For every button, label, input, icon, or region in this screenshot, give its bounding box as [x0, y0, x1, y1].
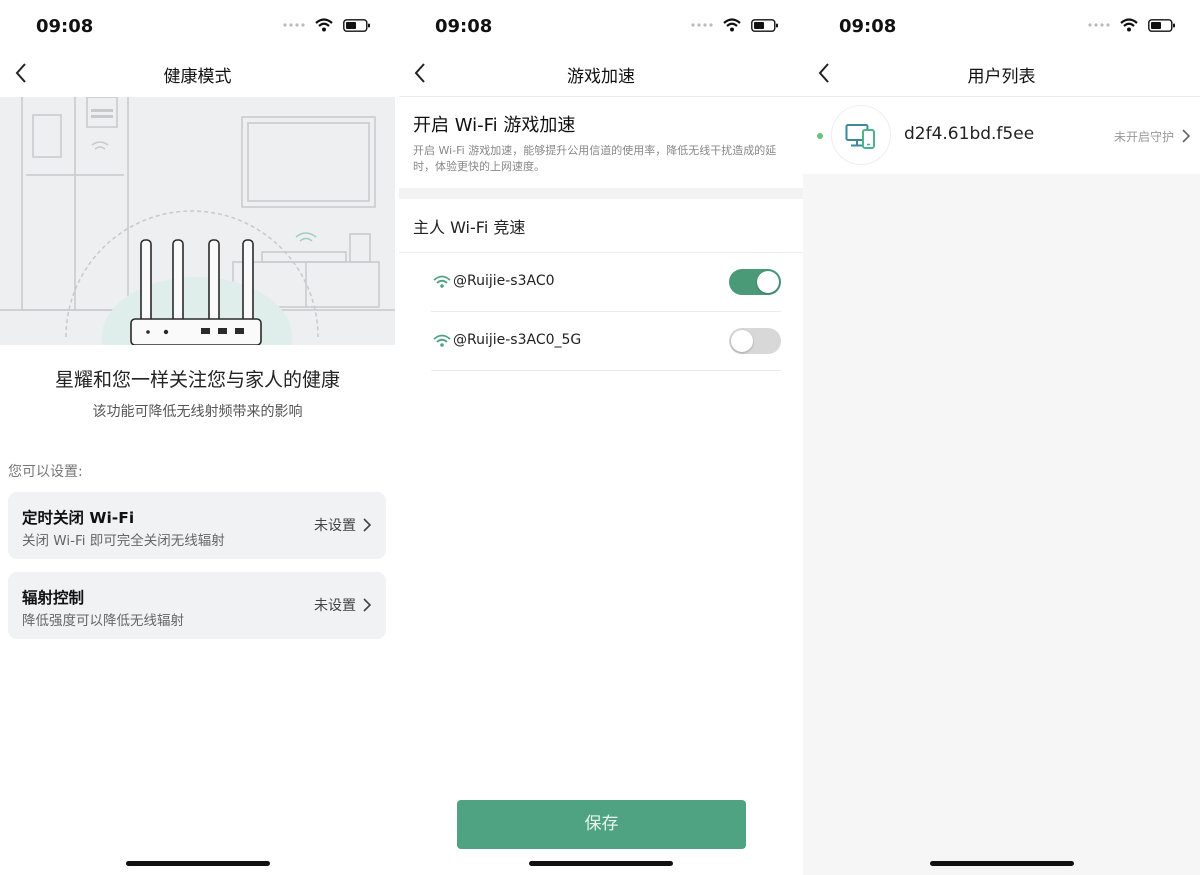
wifi-icon	[433, 334, 451, 347]
signal-icon	[691, 23, 713, 27]
home-indicator[interactable]	[929, 861, 1074, 866]
health-illustration	[0, 97, 395, 345]
card-title: 辐射控制	[22, 589, 85, 607]
user-list-screen: 09:08 用户列表 d2f4.61bd.f5ee 未开启守护	[803, 0, 1200, 875]
toggle-switch-off[interactable]	[729, 328, 781, 354]
status-time: 09:08	[435, 16, 493, 37]
divider	[431, 370, 781, 371]
game-acceleration-screen: 09:08 游戏加速 开启 Wi-Fi 游戏加速 开启 Wi-Fi 游戏加速，能…	[399, 0, 803, 875]
wifi-icon	[433, 275, 451, 288]
card-subtitle: 关闭 Wi-Fi 即可完全关闭无线辐射	[22, 533, 225, 549]
settings-label: 您可以设置:	[8, 464, 83, 480]
health-headline: 星耀和您一样关注您与家人的健康	[54, 369, 340, 391]
page-title: 健康模式	[163, 67, 232, 87]
chevron-right-icon	[1182, 129, 1191, 143]
battery-icon	[751, 18, 778, 32]
status-bar: 09:08	[803, 0, 1200, 50]
wifi-icon	[315, 18, 333, 32]
radiation-control-card[interactable]: 辐射控制 降低强度可以降低无线辐射 未设置	[8, 572, 386, 639]
card-title: 定时关闭 Wi-Fi	[22, 509, 135, 527]
card-value: 未设置	[314, 598, 356, 614]
section-divider	[399, 188, 803, 199]
home-indicator[interactable]	[125, 861, 270, 866]
section-title: 开启 Wi-Fi 游戏加速	[413, 115, 576, 136]
device-avatar	[831, 105, 891, 165]
save-button[interactable]: 保存	[457, 800, 746, 849]
devices-icon	[845, 124, 875, 149]
nav-bar: 健康模式	[0, 50, 395, 96]
status-bar: 09:08	[0, 0, 395, 50]
section-description: 开启 Wi-Fi 游戏加速，能够提升公用信道的使用率，降低无线干扰造成的延时，体…	[413, 144, 777, 173]
wifi-icon	[723, 18, 741, 32]
wifi-icon	[1120, 18, 1138, 32]
divider	[399, 96, 803, 97]
status-time: 09:08	[839, 16, 897, 37]
wifi-row-5g: @Ruijie-s3AC0_5G	[431, 312, 781, 370]
device-name: d2f4.61bd.f5ee	[904, 124, 1035, 144]
health-mode-screen: 09:08 健康模式 星耀和您一样关注您与家人的健康 该功能可降低无线射频带来的…	[0, 0, 395, 875]
wifi-ssid: @Ruijie-s3AC0	[453, 273, 555, 289]
toggle-switch-on[interactable]	[729, 269, 781, 295]
health-subline: 该功能可降低无线射频带来的影响	[92, 404, 303, 420]
status-time: 09:08	[36, 16, 94, 37]
page-title: 用户列表	[967, 67, 1036, 87]
host-wifi-title: 主人 Wi-Fi 竞速	[413, 218, 526, 237]
battery-icon	[343, 18, 370, 32]
chevron-right-icon	[363, 598, 372, 612]
battery-icon	[1148, 18, 1175, 32]
card-subtitle: 降低强度可以降低无线辐射	[22, 613, 184, 629]
card-value: 未设置	[314, 518, 356, 534]
nav-bar: 游戏加速	[399, 50, 803, 96]
signal-icon	[1088, 23, 1110, 27]
wifi-row-2g: @Ruijie-s3AC0	[431, 253, 781, 311]
chevron-right-icon	[363, 518, 372, 532]
user-list-item[interactable]: d2f4.61bd.f5ee 未开启守护	[803, 97, 1200, 174]
home-indicator[interactable]	[529, 861, 673, 866]
protection-status: 未开启守护	[1113, 130, 1174, 144]
page-title: 游戏加速	[567, 67, 635, 87]
status-bar: 09:08	[399, 0, 803, 50]
wifi-ssid: @Ruijie-s3AC0_5G	[453, 332, 582, 348]
online-status-dot	[817, 133, 823, 139]
signal-icon	[283, 23, 305, 27]
nav-bar: 用户列表	[803, 50, 1200, 96]
scheduled-wifi-off-card[interactable]: 定时关闭 Wi-Fi 关闭 Wi-Fi 即可完全关闭无线辐射 未设置	[8, 492, 386, 559]
